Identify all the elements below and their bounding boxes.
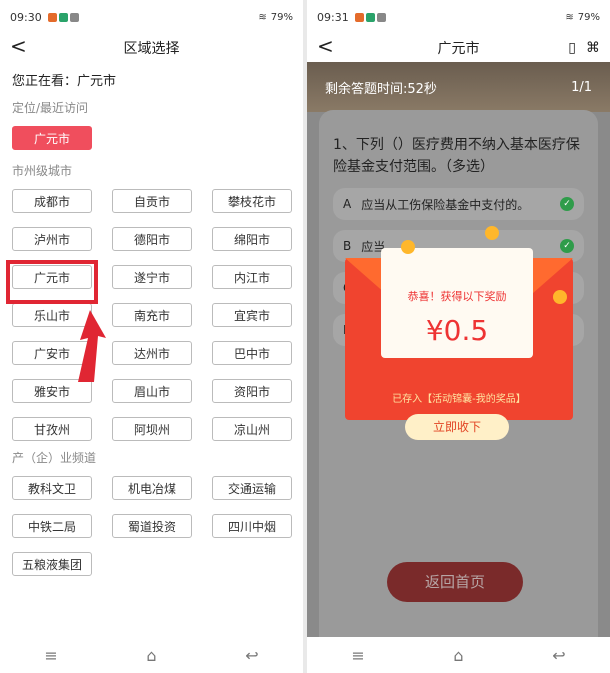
home-icon[interactable]: ⌂	[146, 646, 156, 665]
selection-highlight-box	[6, 260, 98, 304]
question-title: 1、下列（）医疗费用不纳入基本医疗保险基金支付范围。（多选）	[333, 137, 580, 175]
page-indicator: 1/1	[571, 79, 592, 95]
page-title: 广元市	[437, 41, 480, 57]
message-icon	[376, 12, 386, 22]
wifi-icon: ≋	[565, 11, 574, 23]
current-region-label: 您正在看：广元市	[12, 74, 117, 89]
top-header: < 区域选择	[0, 34, 303, 62]
industry-button[interactable]: 五粮液集团	[12, 552, 92, 576]
industry-button[interactable]: 四川中烟	[212, 514, 292, 538]
reward-card: 恭喜！获得以下奖励 ¥0.5	[381, 248, 533, 358]
coin-icon	[485, 226, 499, 240]
option-key: B	[343, 239, 352, 253]
system-nav-bar: ≡ ⌂ ↩	[307, 637, 610, 673]
battery-text: 79%	[577, 11, 600, 23]
city-button[interactable]: 宜宾市	[212, 303, 292, 327]
industry-button[interactable]: 机电冶煤	[112, 476, 192, 500]
top-header: < 广元市 ▯ ⌘	[307, 34, 610, 62]
status-time: 09:31	[317, 10, 349, 24]
section-title-cities: 市州级城市	[12, 164, 73, 178]
check-icon: ✓	[560, 197, 574, 211]
city-button[interactable]: 内江市	[212, 265, 292, 289]
city-button[interactable]: 成都市	[12, 189, 92, 213]
option-key: A	[343, 197, 352, 211]
reward-amount: ¥0.5	[425, 314, 489, 347]
app-notification-icon	[354, 12, 364, 22]
industry-button[interactable]: 蜀道投资	[112, 514, 192, 538]
app-notification-icon	[58, 12, 68, 22]
right-phone-screen: 09:31 ≋ 79% < 广元市 ▯ ⌘ 剩余答题时间:52秒 1/1 1、下…	[307, 0, 610, 673]
back-button[interactable]: <	[317, 34, 334, 58]
city-button[interactable]: 遂宁市	[112, 265, 192, 289]
reward-saved-text: 已存入【活动锦囊-我的奖品】	[392, 394, 526, 405]
city-button[interactable]: 凉山州	[212, 417, 292, 441]
grid-icon[interactable]: ⌘	[586, 40, 600, 56]
city-button[interactable]: 攀枝花市	[212, 189, 292, 213]
pointer-arrow-icon	[78, 310, 106, 382]
city-grid: 成都市 自贡市 攀枝花市 泸州市 德阳市 绵阳市 广元市 遂宁市 内江市 乐山市…	[12, 189, 292, 441]
wifi-icon: ≋	[258, 11, 267, 23]
city-button[interactable]: 绵阳市	[212, 227, 292, 251]
menu-icon[interactable]: ≡	[351, 646, 364, 665]
city-button[interactable]: 泸州市	[12, 227, 92, 251]
industry-button[interactable]: 交通运输	[212, 476, 292, 500]
back-icon[interactable]: ↩	[245, 646, 258, 665]
industry-button[interactable]: 中铁二局	[12, 514, 92, 538]
battery-text: 79%	[270, 11, 293, 23]
claim-button[interactable]: 立即收下	[405, 414, 509, 440]
reward-congrats-text: 恭喜！获得以下奖励	[407, 290, 507, 303]
city-button[interactable]: 阿坝州	[112, 417, 192, 441]
recent-city-button[interactable]: 广元市	[12, 126, 92, 150]
section-title-locate: 定位/最近访问	[12, 101, 89, 115]
left-phone-screen: 09:30 ≋ 79% < 区域选择 您正在看：广元市 定位/最近访问 广元市 …	[0, 0, 303, 673]
app-notification-icon	[47, 12, 57, 22]
menu-icon[interactable]: ≡	[44, 646, 57, 665]
status-time: 09:30	[10, 10, 42, 24]
city-button[interactable]: 甘孜州	[12, 417, 92, 441]
back-home-button[interactable]: 返回首页	[387, 562, 523, 602]
bookmark-icon[interactable]: ▯	[568, 40, 576, 56]
app-notification-icon	[365, 12, 375, 22]
coin-icon	[553, 290, 567, 304]
timer-text: 剩余答题时间:52秒	[325, 81, 437, 97]
industry-button[interactable]: 教科文卫	[12, 476, 92, 500]
page-title: 区域选择	[123, 41, 180, 57]
city-button[interactable]: 巴中市	[212, 341, 292, 365]
city-button[interactable]: 德阳市	[112, 227, 192, 251]
city-button[interactable]: 资阳市	[212, 379, 292, 403]
region-selector: 您正在看：广元市 定位/最近访问 广元市 市州级城市 成都市 自贡市 攀枝花市 …	[0, 62, 303, 590]
status-bar: 09:30 ≋ 79%	[0, 0, 303, 34]
back-icon[interactable]: ↩	[552, 646, 565, 665]
status-bar: 09:31 ≋ 79%	[307, 0, 610, 34]
system-nav-bar: ≡ ⌂ ↩	[0, 637, 303, 673]
back-button[interactable]: <	[10, 34, 27, 58]
section-title-industries: 产（企）业频道	[12, 451, 97, 465]
check-icon: ✓	[560, 239, 574, 253]
option-text: 应当从工伤保险基金中支付的。	[361, 197, 530, 212]
city-button[interactable]: 自贡市	[112, 189, 192, 213]
home-icon[interactable]: ⌂	[453, 646, 463, 665]
coin-icon	[401, 240, 415, 254]
industry-grid: 教科文卫 机电冶煤 交通运输 中铁二局 蜀道投资 四川中烟 五粮液集团	[12, 476, 292, 576]
answer-option[interactable]: A 应当从工伤保险基金中支付的。 ✓	[333, 188, 584, 220]
message-icon	[69, 12, 79, 22]
quiz-banner: 剩余答题时间:52秒 1/1	[307, 62, 610, 112]
